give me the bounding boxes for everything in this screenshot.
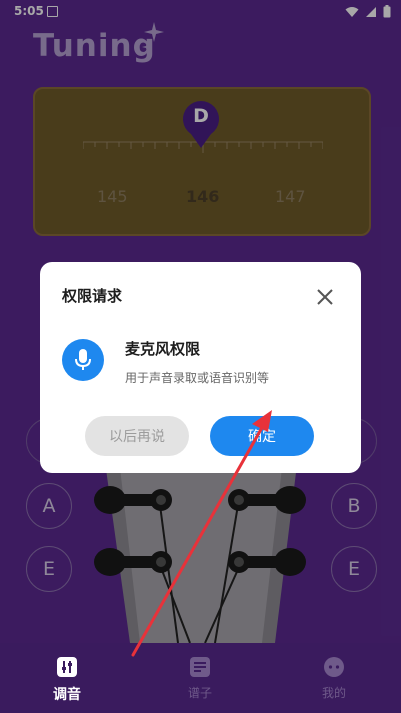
sheet-music-icon	[190, 657, 210, 677]
tuning-sliders-icon	[57, 657, 77, 677]
permission-dialog: 权限请求 麦克风权限 用于声音录取或语音识别等 以后再说 确定	[40, 262, 361, 473]
confirm-button[interactable]: 确定	[210, 416, 314, 456]
nav-tab-sheets[interactable]: 谱子	[170, 656, 230, 701]
nav-tab-tuning[interactable]: 调音	[37, 656, 97, 704]
permission-description: 用于声音录取或语音识别等	[125, 371, 270, 385]
nav-label-profile: 我的	[321, 686, 346, 700]
nav-label-tuning: 调音	[53, 687, 81, 703]
microphone-icon	[62, 339, 104, 381]
nav-label-sheets: 谱子	[187, 686, 212, 700]
later-button[interactable]: 以后再说	[85, 416, 189, 456]
bottom-nav: 调音 谱子 我的	[0, 643, 401, 713]
profile-chat-icon	[324, 657, 344, 677]
permission-name: 麦克风权限	[125, 340, 201, 358]
close-icon[interactable]	[316, 288, 334, 306]
dialog-title: 权限请求	[62, 287, 123, 305]
nav-tab-profile[interactable]: 我的	[304, 656, 364, 701]
